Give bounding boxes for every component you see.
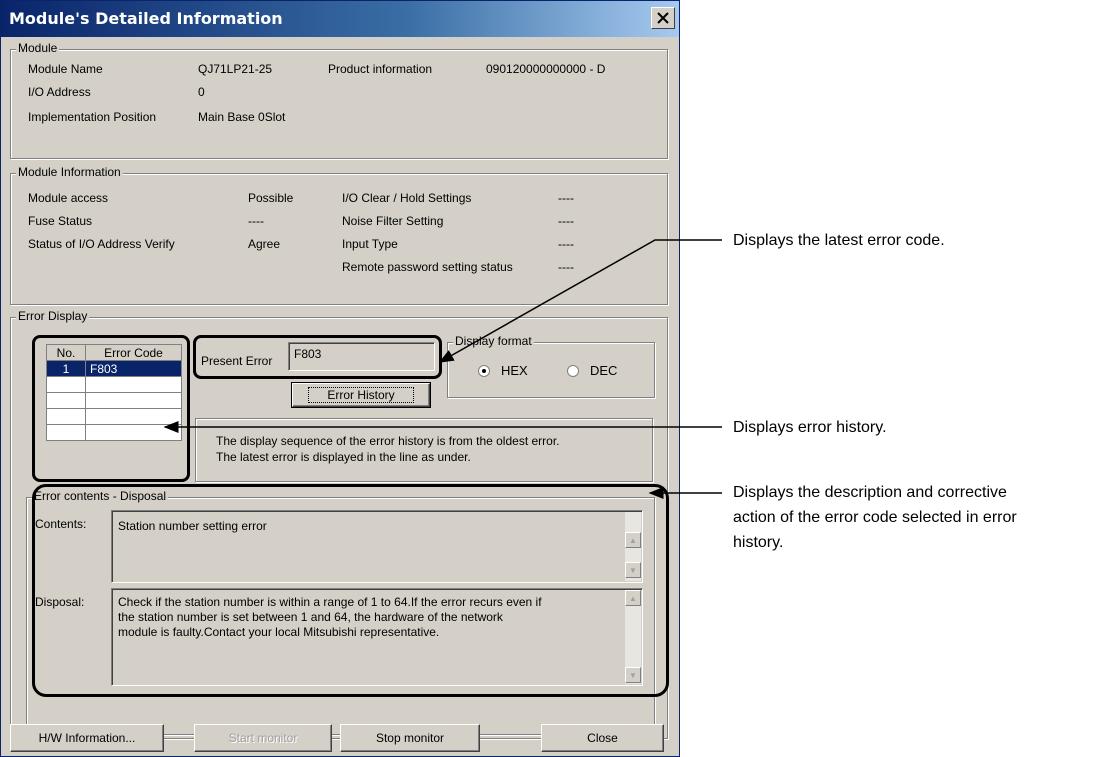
annotation-description-line1: Displays the description and corrective — [733, 484, 1007, 501]
annotation-latest-error: Displays the latest error code. — [733, 232, 945, 249]
annotation-description-line2: action of the error code selected in err… — [733, 509, 1017, 526]
annotation-error-history: Displays error history. — [733, 419, 887, 436]
annotation-description-line3: history. — [733, 534, 784, 551]
annotation-arrows — [163, 239, 722, 499]
latest-error-arrow — [438, 239, 722, 363]
